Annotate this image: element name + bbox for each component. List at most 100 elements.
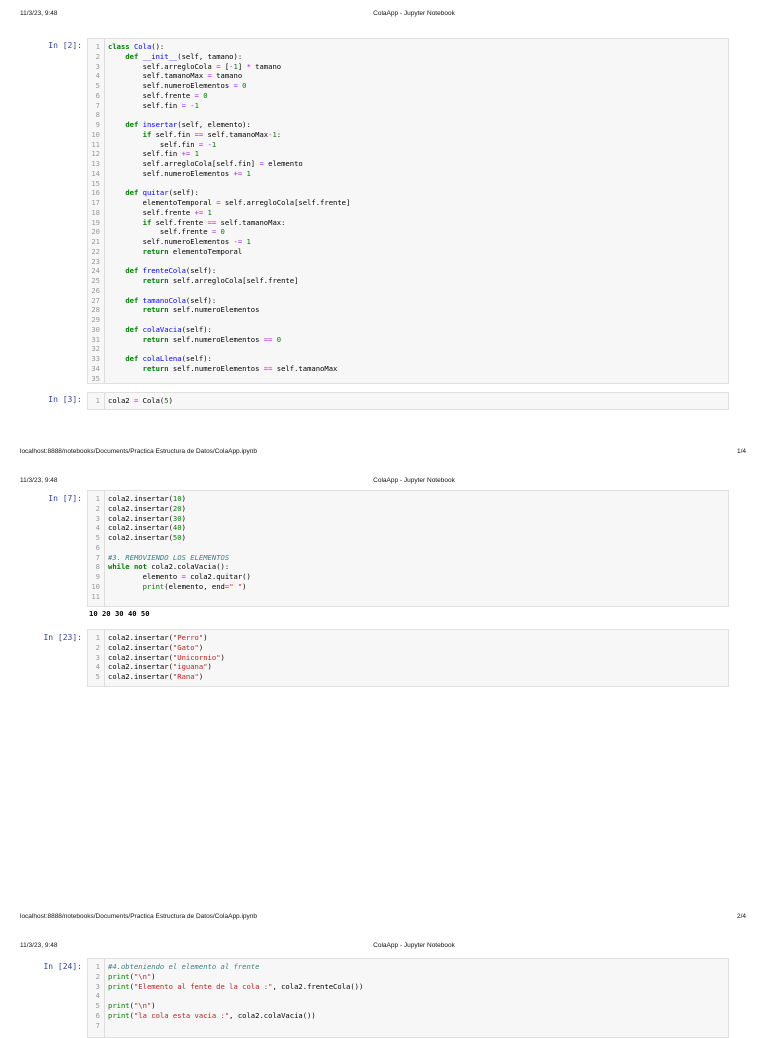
line-number: 14 <box>91 168 100 178</box>
line-number: 2 <box>95 971 100 981</box>
line-number: 6 <box>95 90 100 100</box>
code-token: (self): <box>168 188 199 198</box>
line-number: 10 <box>91 129 100 139</box>
code-token: == <box>194 129 204 139</box>
code-token: cola2.insertar( <box>108 533 173 542</box>
code-line: 1 class Cola(): <box>88 42 728 52</box>
code-line: 2 cola2.insertar(20) <box>88 504 728 514</box>
code-token: self.arregloCola[self.frente] <box>220 198 351 207</box>
code-token: tamano <box>211 71 243 81</box>
code-token: (self): <box>185 295 217 305</box>
code-line: 6 self.frente = 0 <box>88 91 728 101</box>
line-number: 25 <box>91 276 100 285</box>
code-line: 21 self.numeroElementos -= 1 <box>88 237 728 247</box>
code-token: cola2.insertar( <box>108 503 173 513</box>
code-token: print <box>108 971 130 981</box>
page-number: 1/4 <box>736 448 746 455</box>
code-token: print <box>108 1001 130 1010</box>
code-line: 13 self.arregloCola[self.fin] = elemento <box>88 159 728 169</box>
code-token: def <box>125 266 143 276</box>
code-token: self.numeroElementos <box>168 305 260 315</box>
code-cell[interactable]: 1 cola2.insertar(10) 2 cola2.insertar(20) 3 c… <box>87 490 729 607</box>
print-url: localhost:8888/notebooks/Documents/Pract… <box>20 448 258 455</box>
line-number: 5 <box>95 533 100 542</box>
code-token: 1 <box>194 100 199 110</box>
code-token: 30 <box>172 513 182 523</box>
code-token: self.fin <box>108 149 182 159</box>
code-line: 4 self.tamanoMax = tamano <box>88 71 728 81</box>
page-header: 11/3/23, 9:48 ColaApp - Jupyter Notebook <box>0 9 768 18</box>
code-token: "Gato" <box>172 642 199 652</box>
line-number: 1 <box>95 494 100 503</box>
code-token: "\n" <box>133 1001 152 1010</box>
line-number: 18 <box>91 207 100 217</box>
code-token: (self): <box>181 354 212 363</box>
code-line: 10 print(elemento, end=" ") <box>88 582 728 592</box>
code-token: print <box>108 981 130 991</box>
line-number: 10 <box>91 581 100 591</box>
code-token: (elemento, end <box>164 581 225 591</box>
line-number: 3 <box>95 513 100 523</box>
print-title: ColaApp - Jupyter Notebook <box>373 10 455 17</box>
code-token: self.fin <box>151 129 195 139</box>
code-token: return <box>142 334 169 344</box>
line-number: 1 <box>95 962 100 971</box>
line-number: 1 <box>95 396 100 405</box>
code-cell[interactable]: 1 #4.obteniendo el elemento al frente 2 pri… <box>87 958 729 1038</box>
code-line: 4 cola2.insertar("iguana") <box>88 662 728 672</box>
code-token: Cola( <box>138 396 165 405</box>
line-number: 5 <box>95 81 100 90</box>
code-token: "Elemento al fente de la cola :" <box>133 981 273 991</box>
code-line: 35 <box>88 374 728 384</box>
code-token: class <box>108 42 134 51</box>
code-token: self.arregloCola[self.frente] <box>168 276 299 285</box>
code-token: self.numeroElementos <box>168 334 264 344</box>
code-line: 22 return elementoTemporal <box>88 247 728 257</box>
cell-output: 10 20 30 40 50 <box>89 609 150 618</box>
page-footer: localhost:8888/notebooks/Documents/Pract… <box>0 912 768 921</box>
code-cell[interactable]: 1 class Cola(): 2 def __init__(self, taman… <box>87 38 729 384</box>
code-line: 26 <box>88 286 728 296</box>
code-line: 4 <box>88 991 728 1001</box>
line-number: 3 <box>95 981 100 991</box>
print-date: 11/3/23, 9:48 <box>20 477 58 484</box>
code-token: cola2.insertar( <box>108 494 173 503</box>
code-line: 31 return self.numeroElementos == 0 <box>88 335 728 345</box>
code-token: tamano <box>250 61 282 71</box>
code-token: += <box>233 168 243 178</box>
code-token: self.arregloCola[self.fin] <box>108 159 260 168</box>
code-token: self.numeroElementos <box>108 81 234 90</box>
code-token: [ <box>220 61 230 71</box>
line-number: 11 <box>91 139 100 149</box>
code-line: 1 cola2.insertar("Perro") <box>88 633 728 643</box>
line-number: 9 <box>95 120 100 129</box>
code-line: 5 self.numeroElementos = 0 <box>88 81 728 91</box>
code-token: frenteCola <box>142 266 186 276</box>
code-token: , cola2.colaVacia()) <box>229 1010 316 1020</box>
code-token: ) <box>181 494 186 503</box>
code-token: elementoTemporal <box>168 246 243 256</box>
code-token: self.tamanoMax: <box>216 217 286 227</box>
code-token: while <box>108 562 130 572</box>
code-line: 11 <box>88 592 728 602</box>
code-cell[interactable]: 1 cola2 = Cola(5) <box>87 392 729 410</box>
code-token: (self, elemento): <box>177 120 251 129</box>
code-cell[interactable]: 1 cola2.insertar("Perro") 2 cola2.insertar(… <box>87 629 729 687</box>
code-token: == <box>207 217 217 227</box>
line-number: 21 <box>91 237 100 246</box>
code-token: self.numeroElementos <box>108 237 234 246</box>
line-number: 8 <box>95 110 100 120</box>
code-token: += <box>194 207 204 217</box>
code-token: self.fin <box>108 100 182 110</box>
code-line: 18 self.frente += 1 <box>88 208 728 218</box>
line-number: 9 <box>95 572 100 581</box>
code-token: ) <box>181 523 186 533</box>
line-number: 24 <box>91 266 100 276</box>
line-number: 22 <box>91 246 100 256</box>
line-number: 7 <box>95 1020 100 1030</box>
code-token: 1 <box>246 168 251 178</box>
